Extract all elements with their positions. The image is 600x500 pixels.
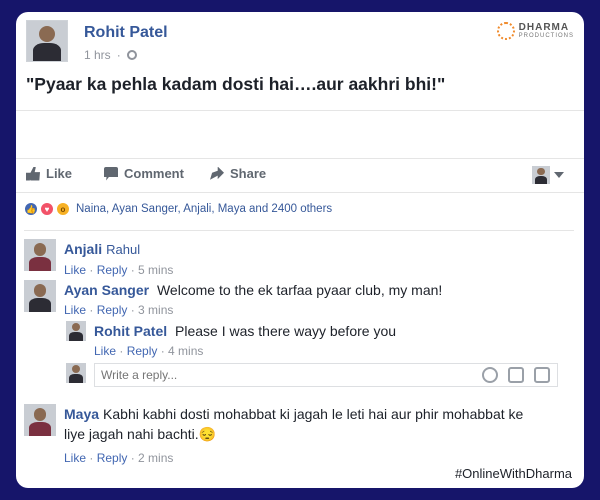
comment-reply-link[interactable]: Reply	[97, 303, 128, 317]
sticker-icon[interactable]	[534, 367, 550, 383]
comment-reply-link[interactable]: Reply	[127, 344, 158, 358]
like-reaction-icon: 👍	[24, 202, 38, 216]
reply-item: Rohit Patel Please I was there wayy befo…	[66, 321, 574, 358]
post-time[interactable]: 1 hrs	[84, 48, 111, 62]
comment-item: Anjali Rahul Like · Reply · 5 mins	[24, 239, 574, 277]
emoji-icon[interactable]	[482, 367, 498, 383]
commenter-name[interactable]: Anjali	[64, 241, 102, 257]
globe-icon[interactable]	[126, 50, 137, 60]
commenter-avatar[interactable]	[24, 404, 56, 436]
commenter-name[interactable]: Maya	[64, 406, 99, 422]
comment-time[interactable]: 4 mins	[168, 344, 203, 358]
comment-item: Ayan Sanger Welcome to the ek tarfaa pya…	[24, 280, 574, 317]
comment-text: Kabhi kabhi dosti mohabbat ki jagah le l…	[64, 406, 524, 442]
wow-reaction-icon: o	[56, 202, 70, 216]
thumbs-up-icon	[26, 166, 40, 181]
dharma-logo-icon	[496, 22, 515, 40]
chevron-down-icon	[554, 172, 564, 178]
comment-time[interactable]: 3 mins	[138, 303, 173, 317]
post-header: Rohit Patel 1 hrs · DHARMA PRODUCTIONS	[26, 20, 574, 68]
like-button[interactable]: Like	[26, 166, 72, 181]
reactions-summary[interactable]: 👍 ♥ o Naina, Ayan Sanger, Anjali, Maya a…	[24, 202, 332, 216]
comment-text: Welcome to the ek tarfaa pyaar club, my …	[156, 282, 443, 298]
commenter-name[interactable]: Rohit Patel	[94, 323, 167, 339]
share-button[interactable]: Share	[210, 166, 266, 181]
action-bar: Like Comment Share	[16, 158, 584, 192]
reply-tools	[482, 367, 550, 383]
comment-reply-link[interactable]: Reply	[97, 451, 128, 465]
commenter-name[interactable]: Ayan Sanger	[64, 282, 149, 298]
divider	[16, 192, 584, 193]
tagged-user[interactable]: Rahul	[106, 242, 140, 257]
reactions-text[interactable]: Naina, Ayan Sanger, Anjali, Maya and 240…	[76, 203, 332, 215]
comment-like-link[interactable]: Like	[64, 303, 86, 317]
comment-time[interactable]: 5 mins	[138, 263, 173, 277]
comment-like-link[interactable]: Like	[64, 451, 86, 465]
author-avatar[interactable]	[26, 20, 68, 62]
comment-button[interactable]: Comment	[104, 166, 184, 181]
brand-sub: PRODUCTIONS	[518, 33, 574, 39]
brand-name: DHARMA	[518, 22, 570, 33]
love-reaction-icon: ♥	[40, 202, 54, 216]
viewer-avatar	[532, 166, 550, 184]
comment-item: Maya Kabhi kabhi dosti mohabbat ki jagah …	[24, 404, 574, 468]
comment-time[interactable]: 2 mins	[138, 451, 173, 465]
hashtag[interactable]: #OnlineWithDharma	[455, 466, 572, 481]
comment-text: Please I was there wayy before you	[175, 323, 397, 339]
comment-icon	[104, 166, 118, 181]
post-text: "Pyaar ka pehla kadam dosti hai….aur aak…	[26, 74, 446, 94]
replier-avatar[interactable]	[66, 321, 86, 341]
comment-like-link[interactable]: Like	[94, 344, 116, 358]
post-meta: 1 hrs ·	[84, 48, 137, 62]
divider	[24, 230, 574, 231]
composer-avatar	[66, 363, 86, 383]
comment-reply-link[interactable]: Reply	[97, 263, 128, 277]
commenter-avatar[interactable]	[24, 280, 56, 312]
reply-composer	[64, 363, 574, 387]
share-icon	[210, 166, 224, 180]
author-name[interactable]: Rohit Patel	[84, 24, 168, 42]
commenter-avatar[interactable]	[24, 239, 56, 271]
post-card: Rohit Patel 1 hrs · DHARMA PRODUCTIONS "…	[16, 12, 584, 488]
viewer-selector[interactable]	[532, 166, 564, 184]
divider	[16, 110, 584, 111]
camera-icon[interactable]	[508, 367, 524, 383]
comment-like-link[interactable]: Like	[64, 263, 86, 277]
brand-logo: DHARMA PRODUCTIONS	[496, 22, 574, 40]
